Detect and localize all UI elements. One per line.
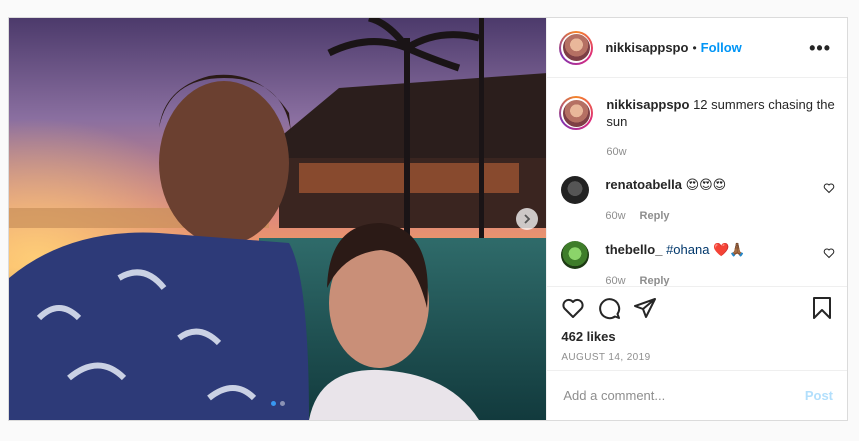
post-card: nikkisappspo • Follow ••• nikkisappspo 1… — [8, 17, 848, 421]
carousel-dot-2 — [280, 401, 285, 406]
like-heart-icon[interactable] — [561, 296, 585, 320]
carousel-dot-1 — [271, 401, 276, 406]
post-header: nikkisappspo • Follow ••• — [547, 18, 847, 78]
comment-item: renatoabella 😍😍😍 60w Reply — [559, 176, 835, 225]
comment-bubble-icon[interactable] — [597, 296, 621, 320]
post-comment-button[interactable]: Post — [805, 388, 833, 403]
comment-item: thebello_ #ohana ❤️🙏🏾 60w Reply — [559, 241, 835, 286]
comment-hashtag[interactable]: #ohana — [666, 242, 709, 257]
post-sidebar: nikkisappspo • Follow ••• nikkisappspo 1… — [546, 18, 847, 420]
author-username[interactable]: nikkisappspo — [605, 40, 688, 55]
post-actions: 462 likes AUGUST 14, 2019 — [547, 286, 847, 370]
comment-emoji: ❤️🙏🏾 — [713, 242, 746, 257]
author-avatar[interactable] — [559, 30, 594, 65]
caption-time[interactable]: 60w — [606, 144, 626, 161]
dot-separator: • — [692, 40, 697, 55]
chevron-right-icon — [524, 214, 531, 224]
comment-username[interactable]: thebello_ — [605, 242, 662, 257]
caption-avatar[interactable] — [559, 96, 594, 130]
share-paper-plane-icon[interactable] — [633, 296, 657, 320]
post-photo[interactable] — [9, 18, 547, 420]
next-photo-button[interactable] — [516, 208, 538, 230]
reply-button[interactable]: Reply — [640, 273, 670, 286]
comment-time[interactable]: 60w — [605, 273, 625, 286]
commenter-avatar[interactable] — [561, 176, 590, 204]
commenter-avatar[interactable] — [561, 241, 590, 269]
like-comment-heart-icon[interactable] — [823, 247, 835, 259]
comment-username[interactable]: renatoabella — [605, 177, 682, 192]
comment-time[interactable]: 60w — [605, 208, 625, 225]
like-comment-heart-icon[interactable] — [823, 182, 835, 194]
carousel-indicator — [271, 401, 285, 406]
comment-text: 😍😍😍 — [685, 177, 727, 192]
add-comment-bar: Post — [547, 370, 847, 420]
caption: nikkisappspo 12 summers chasing the sun … — [559, 96, 835, 161]
reply-button[interactable]: Reply — [640, 208, 670, 225]
more-options-icon[interactable]: ••• — [809, 39, 831, 57]
sunset-selfie-image — [9, 18, 547, 420]
post-date[interactable]: AUGUST 14, 2019 — [561, 352, 833, 363]
comments-list: nikkisappspo 12 summers chasing the sun … — [547, 78, 847, 286]
follow-button[interactable]: Follow — [701, 40, 742, 55]
likes-count[interactable]: 462 likes — [561, 329, 833, 344]
save-bookmark-icon[interactable] — [811, 296, 833, 320]
comment-input[interactable] — [561, 387, 805, 404]
caption-username[interactable]: nikkisappspo — [606, 97, 689, 112]
